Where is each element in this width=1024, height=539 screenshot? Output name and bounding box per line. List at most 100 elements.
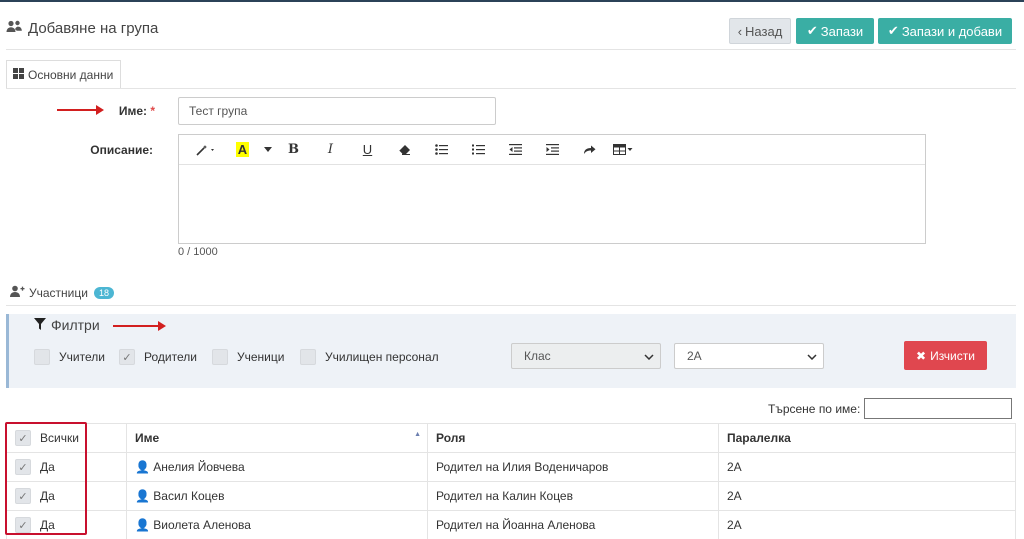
annotation-arrow <box>57 105 104 115</box>
underline-icon[interactable]: U <box>349 139 386 161</box>
chevron-down-icon[interactable] <box>261 139 275 161</box>
numbered-list-icon[interactable] <box>460 139 497 161</box>
table-icon[interactable] <box>608 139 638 161</box>
tab-basic-data[interactable]: Основни данни <box>6 60 121 89</box>
participants-label: Участници <box>29 285 88 300</box>
bullet-list-icon[interactable] <box>423 139 460 161</box>
participants-count-badge: 18 <box>93 286 114 299</box>
checkbox-label: Учители <box>59 350 105 364</box>
bold-icon[interactable]: B <box>275 139 312 161</box>
required-mark: * <box>150 104 155 118</box>
class-select-value: Клас <box>524 349 551 363</box>
search-label: Търсене по име: <box>768 402 861 416</box>
participants-divider <box>6 305 1016 306</box>
checkbox-checked[interactable]: ✓ <box>15 488 31 504</box>
back-button-label: Назад <box>745 23 783 39</box>
participant-name: Анелия Йовчева <box>153 460 245 474</box>
search-input[interactable] <box>864 398 1012 419</box>
select-all-header[interactable]: ✓ Всички <box>6 423 127 453</box>
participants-table: ✓ Всички Име ▲ Роля Паралелка ✓ Да 👤 Анели… <box>6 423 1016 539</box>
checkbox-label: Родители <box>144 350 197 364</box>
filters-title-text: Филтри <box>51 317 100 333</box>
checkbox[interactable] <box>34 349 50 365</box>
table-header-row: ✓ Всички Име ▲ Роля Паралелка <box>6 423 1016 453</box>
description-label: Описание: <box>90 143 153 157</box>
selected-value: Да <box>40 489 55 503</box>
chevron-down-icon <box>644 349 654 363</box>
table-row[interactable]: ✓ Да 👤 Анелия Йовчева Родител на Илия Вод… <box>6 452 1016 482</box>
users-icon <box>6 20 23 37</box>
table-row[interactable]: ✓ Да 👤 Васил Коцев Родител на Калин Коцев… <box>6 481 1016 511</box>
participant-name: Виолета Аленова <box>153 518 251 532</box>
participant-role: Родител на Илия Воденичаров <box>427 452 719 482</box>
header-label: Паралелка <box>727 431 791 445</box>
checkbox-checked[interactable]: ✓ <box>119 349 135 365</box>
name-label: Име: * <box>118 104 155 118</box>
selected-value: Да <box>40 518 55 532</box>
participant-class: 2А <box>718 452 1016 482</box>
checkbox-label: Ученици <box>237 350 285 364</box>
chevron-left-icon: ‹ <box>737 23 743 39</box>
participant-class: 2А <box>718 481 1016 511</box>
checkbox-checked[interactable]: ✓ <box>15 430 31 446</box>
add-user-icon <box>10 285 25 300</box>
grid-icon <box>13 67 24 82</box>
outdent-icon[interactable] <box>497 139 534 161</box>
header-label: Име <box>135 431 160 445</box>
check-icon: ✔ <box>806 23 818 38</box>
back-button[interactable]: ‹ Назад <box>729 18 791 44</box>
highlight-color-icon[interactable]: A <box>224 139 261 161</box>
eraser-icon[interactable] <box>386 139 423 161</box>
annotation-arrow <box>113 321 166 331</box>
role-column-header[interactable]: Роля <box>427 423 719 453</box>
name-input[interactable]: Тест група <box>178 97 496 125</box>
checkbox-checked[interactable]: ✓ <box>15 517 31 533</box>
tab-label: Основни данни <box>28 67 114 82</box>
check-icon: ✔ <box>887 23 899 38</box>
chevron-down-icon <box>807 349 817 363</box>
user-icon: 👤 <box>135 518 150 532</box>
save-and-add-button-label: Запази и добави <box>901 23 1003 39</box>
filters-title: Филтри <box>34 317 100 333</box>
checkbox[interactable] <box>300 349 316 365</box>
participant-role: Родител на Калин Коцев <box>427 481 719 511</box>
header-label: Всички <box>40 431 79 445</box>
filter-teachers[interactable]: Учители <box>34 349 105 365</box>
clear-button-label: Изчисти <box>930 348 975 363</box>
indent-icon[interactable] <box>534 139 571 161</box>
header-divider <box>6 49 1016 50</box>
class-column-header[interactable]: Паралелка <box>718 423 1016 453</box>
description-editor[interactable]: A B I U <box>178 134 926 244</box>
page-title: Добавяне на група <box>6 20 158 37</box>
save-button-label: Запази <box>820 23 864 39</box>
sort-asc-icon[interactable]: ▲ <box>414 431 421 438</box>
editor-toolbar: A B I U <box>179 135 925 165</box>
filter-students[interactable]: Ученици <box>212 349 284 365</box>
magic-wand-icon[interactable] <box>187 139 224 161</box>
page-title-text: Добавяне на група <box>28 20 159 37</box>
name-column-header[interactable]: Име ▲ <box>126 423 428 453</box>
table-row[interactable]: ✓ Да 👤 Виолета Аленова Родител на Йоанна … <box>6 510 1016 539</box>
italic-icon[interactable]: I <box>312 139 349 161</box>
filter-icon <box>34 317 46 333</box>
user-icon: 👤 <box>135 489 150 503</box>
top-border <box>0 0 1024 2</box>
close-icon: ✖ <box>916 348 927 363</box>
save-button[interactable]: ✔ Запази <box>796 18 874 44</box>
user-icon: 👤 <box>135 460 150 474</box>
participant-class: 2А <box>718 510 1016 539</box>
filter-school-staff[interactable]: Училищен персонал <box>300 349 439 365</box>
redo-icon[interactable] <box>571 139 608 161</box>
checkbox-checked[interactable]: ✓ <box>15 459 31 475</box>
participants-header: Участници 18 <box>10 285 114 300</box>
checkbox-label: Училищен персонал <box>325 350 439 364</box>
selected-value: Да <box>40 460 55 474</box>
character-counter: 0 / 1000 <box>178 246 218 258</box>
clear-button[interactable]: ✖ Изчисти <box>904 341 987 370</box>
class-select[interactable]: Клас <box>511 343 661 369</box>
save-and-add-button[interactable]: ✔ Запази и добави <box>878 18 1012 44</box>
section-select[interactable]: 2А <box>674 343 824 369</box>
checkbox[interactable] <box>212 349 228 365</box>
tab-divider <box>6 88 1016 89</box>
filter-parents[interactable]: ✓ Родители <box>119 349 197 365</box>
